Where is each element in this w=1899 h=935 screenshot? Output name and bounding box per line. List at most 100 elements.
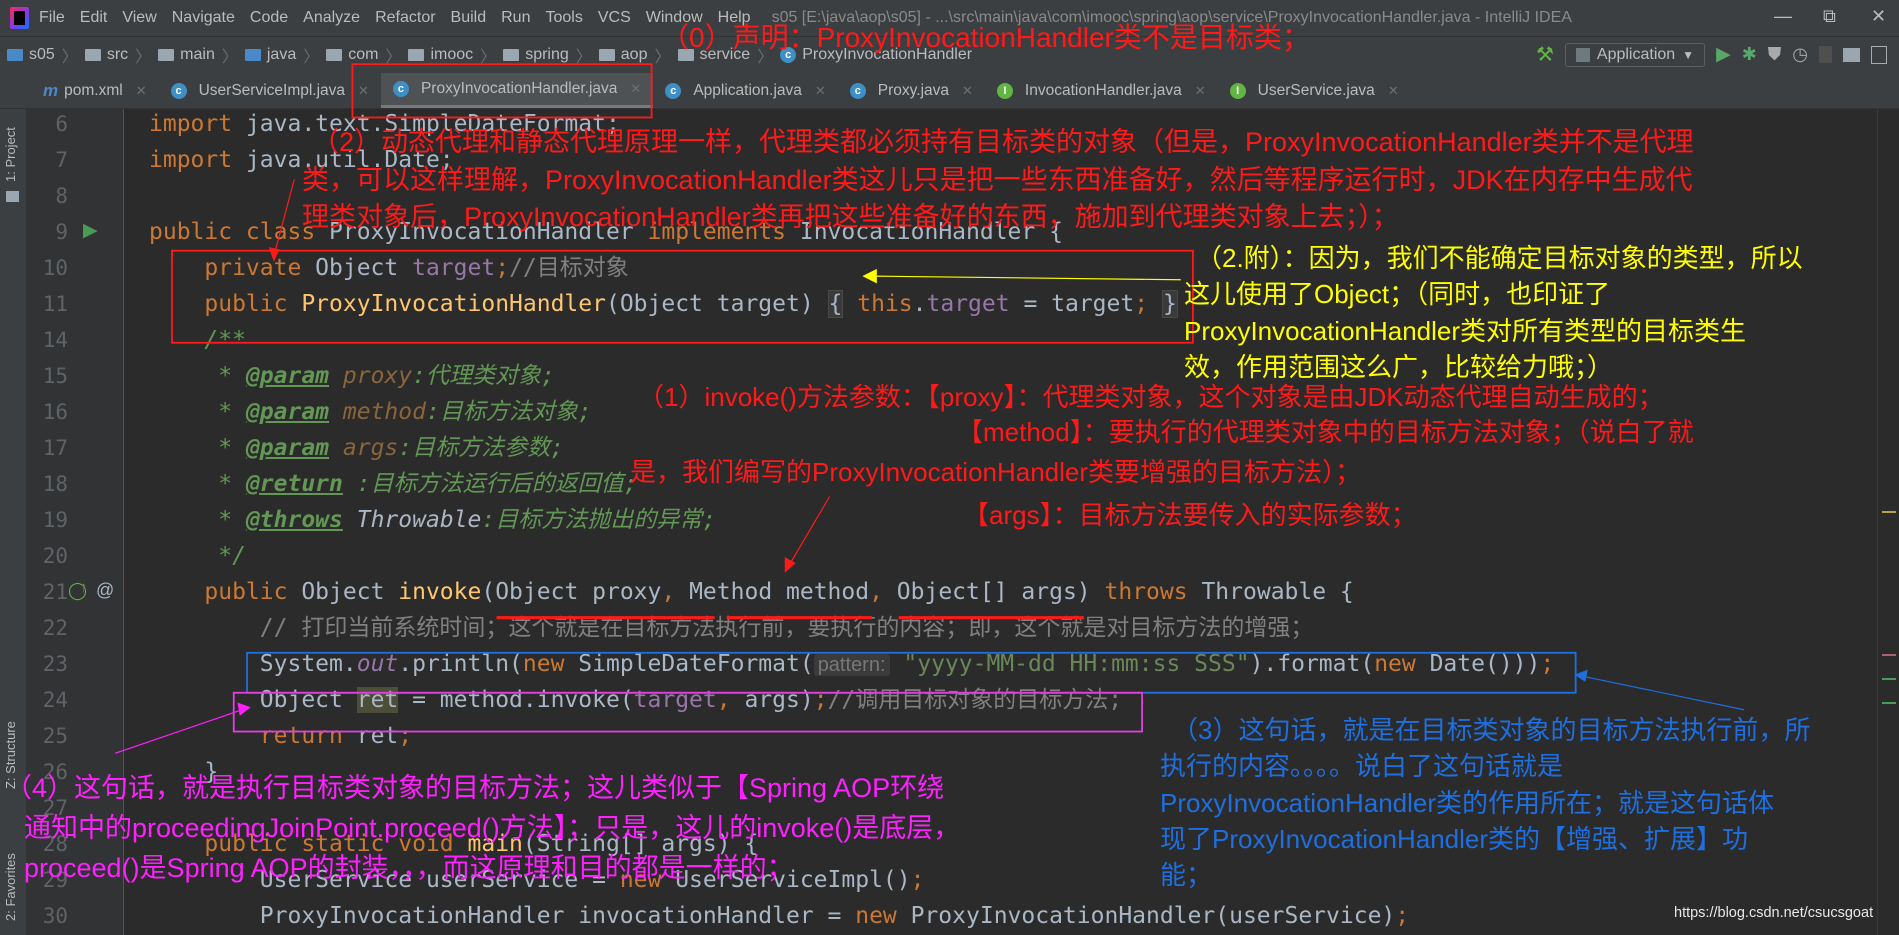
code-line[interactable]: */ <box>149 538 246 574</box>
code-token: , <box>661 579 690 605</box>
line-number: 9 <box>55 220 68 244</box>
code-line[interactable]: private Object target;//目标对象 <box>149 250 628 286</box>
code-token: ProxyInvocationHandler invocationHandler… <box>149 903 856 929</box>
breadcrumb-item[interactable]: main 〉 <box>158 43 238 67</box>
breadcrumb-item[interactable]: java 〉 <box>244 43 319 67</box>
code-token: private <box>149 255 316 281</box>
code-token: args) <box>744 687 814 713</box>
breadcrumb-item[interactable]: com 〉 <box>326 43 401 67</box>
code-token: invoke <box>398 579 482 605</box>
code-token: :代理类对象; <box>412 363 555 389</box>
menu-vcs[interactable]: VCS <box>598 9 631 27</box>
debug-icon[interactable]: ✱ <box>1742 44 1757 65</box>
close-button[interactable]: ✕ <box>1871 6 1886 27</box>
run-config-select[interactable]: Application ▼ <box>1564 42 1706 67</box>
code-line[interactable]: public ProxyInvocationHandler(Object tar… <box>149 286 1178 322</box>
menu-edit[interactable]: Edit <box>80 9 108 27</box>
menu-analyze[interactable]: Analyze <box>303 9 360 27</box>
breadcrumb-item[interactable]: spring 〉 <box>503 43 592 67</box>
menu-navigate[interactable]: Navigate <box>172 9 235 27</box>
ide-window: File Edit View Navigate Code Analyze Refactor B… <box>0 0 1899 935</box>
line-number: 11 <box>42 292 68 316</box>
line-number: 19 <box>42 508 68 532</box>
code-line[interactable]: /** <box>149 322 246 358</box>
code-token: //调用目标对象的目标方法; <box>827 687 1123 713</box>
code-token: throws <box>1104 579 1202 605</box>
code-token: = target <box>1009 291 1135 317</box>
code-line[interactable]: * @param args:目标方法参数; <box>149 430 564 466</box>
code-line[interactable]: * @param method:目标方法对象; <box>149 394 591 430</box>
menu-build[interactable]: Build <box>451 9 487 27</box>
folder-icon <box>158 49 175 61</box>
menu-view[interactable]: View <box>122 9 156 27</box>
code-line[interactable]: public Object invoke(Object proxy, Metho… <box>149 574 1353 610</box>
tab-proxyinvocationhandler-java[interactable]: c ProxyInvocationHandler.java ✕ <box>380 73 654 108</box>
minimize-button[interactable]: — <box>1774 6 1792 27</box>
code-token: (Object proxy <box>481 579 662 605</box>
code-line[interactable]: * @param proxy:代理类对象; <box>149 358 555 394</box>
code-line[interactable]: ProxyInvocationHandler invocationHandler… <box>149 898 1409 934</box>
stop-icon[interactable] <box>1819 46 1832 63</box>
build-hammer-icon[interactable]: ⚒ <box>1536 42 1554 67</box>
breadcrumb-item[interactable]: src 〉 <box>84 43 152 67</box>
tab-proxy-java[interactable]: c Proxy.java ✕ <box>838 73 985 108</box>
annotation-2-line: 理类对象后，ProxyInvocationHandler类再把这些准备好的东西，… <box>302 202 1399 232</box>
code-token: new <box>1374 651 1430 677</box>
code-line[interactable]: * @throws Throwable:目标方法抛出的异常; <box>149 502 716 538</box>
run-class-icon[interactable]: ▶ <box>83 219 98 242</box>
close-tab-icon[interactable]: ✕ <box>358 83 369 99</box>
breadcrumb-label: spring <box>525 46 569 63</box>
breadcrumb-label: src <box>106 46 129 63</box>
project-panel-toggle[interactable]: 1: Project <box>3 127 18 182</box>
annotation-4: （4）这句话，就是执行目标类对象的目标方法；这儿类似于【Spring AOP环绕… <box>5 768 960 888</box>
tab-application-java[interactable]: c Application.java ✕ <box>653 73 837 108</box>
code-line[interactable]: return ret; <box>149 718 412 754</box>
annotation-line: 通知中的proceedingJoinPoint.proceed()方法】；只是，… <box>24 813 961 843</box>
code-line[interactable]: System.out.println(new SimpleDateFormat(… <box>149 646 1554 682</box>
code-token: :目标方法参数; <box>398 435 564 461</box>
project-structure-icon[interactable] <box>1843 47 1860 62</box>
tab-invocationhandler-java[interactable]: I InvocationHandler.java ✕ <box>985 73 1218 108</box>
code-token: Object <box>149 687 357 713</box>
menu-refactor[interactable]: Refactor <box>375 9 435 27</box>
close-tab-icon[interactable]: ✕ <box>962 83 973 99</box>
menu-tools[interactable]: Tools <box>545 9 582 27</box>
error-stripe[interactable] <box>1877 109 1899 935</box>
close-tab-icon[interactable]: ✕ <box>630 81 641 97</box>
code-token: * <box>149 399 246 425</box>
tab-pom-xml[interactable]: m pom.xml ✕ <box>31 73 159 108</box>
close-tab-icon[interactable]: ✕ <box>1388 83 1399 99</box>
code-token: :目标方法运行后的返回值; <box>342 471 638 497</box>
breadcrumb-item[interactable]: imooc 〉 <box>408 43 496 67</box>
code-token: .println( <box>398 651 523 677</box>
breadcrumb-item[interactable]: aop 〉 <box>598 43 671 67</box>
coverage-icon[interactable]: ⛊ <box>1768 44 1782 65</box>
run-icon[interactable]: ▶ <box>1716 43 1731 66</box>
profile-icon[interactable]: ◷ <box>1792 44 1808 65</box>
code-line[interactable]: Object ret = method.invoke(target, args)… <box>149 682 1122 718</box>
close-tab-icon[interactable]: ✕ <box>815 83 826 99</box>
restore-button[interactable]: ⧉ <box>1823 6 1836 27</box>
code-token: pattern: <box>813 654 890 676</box>
menu-file[interactable]: File <box>39 9 65 27</box>
close-tab-icon[interactable]: ✕ <box>136 83 147 99</box>
breadcrumb-label: s05 <box>29 46 55 63</box>
tab-userserviceimpl-java[interactable]: c UserServiceImpl.java ✕ <box>159 73 381 108</box>
breadcrumb-item[interactable]: s05 〉 <box>7 43 78 67</box>
menu-code[interactable]: Code <box>250 9 288 27</box>
line-number: 8 <box>55 184 68 208</box>
code-line[interactable]: * @return :目标方法运行后的返回值; <box>149 466 637 502</box>
code-token: Object <box>301 579 399 605</box>
menu-run[interactable]: Run <box>501 9 530 27</box>
code-token: import <box>149 147 246 173</box>
chevron-right-icon: 〉 <box>135 49 152 66</box>
code-line[interactable]: // 打印当前系统时间；这个就是在目标方法执行前，要执行的内容；即，这个就是对目… <box>149 610 1314 646</box>
chevron-right-icon: 〉 <box>61 49 78 66</box>
close-tab-icon[interactable]: ✕ <box>1195 83 1206 99</box>
folder-icon <box>408 49 425 61</box>
line-number: 22 <box>42 616 68 640</box>
tab-userservice-java[interactable]: I UserService.java ✕ <box>1218 73 1411 108</box>
terminal-icon[interactable] <box>1871 45 1887 64</box>
